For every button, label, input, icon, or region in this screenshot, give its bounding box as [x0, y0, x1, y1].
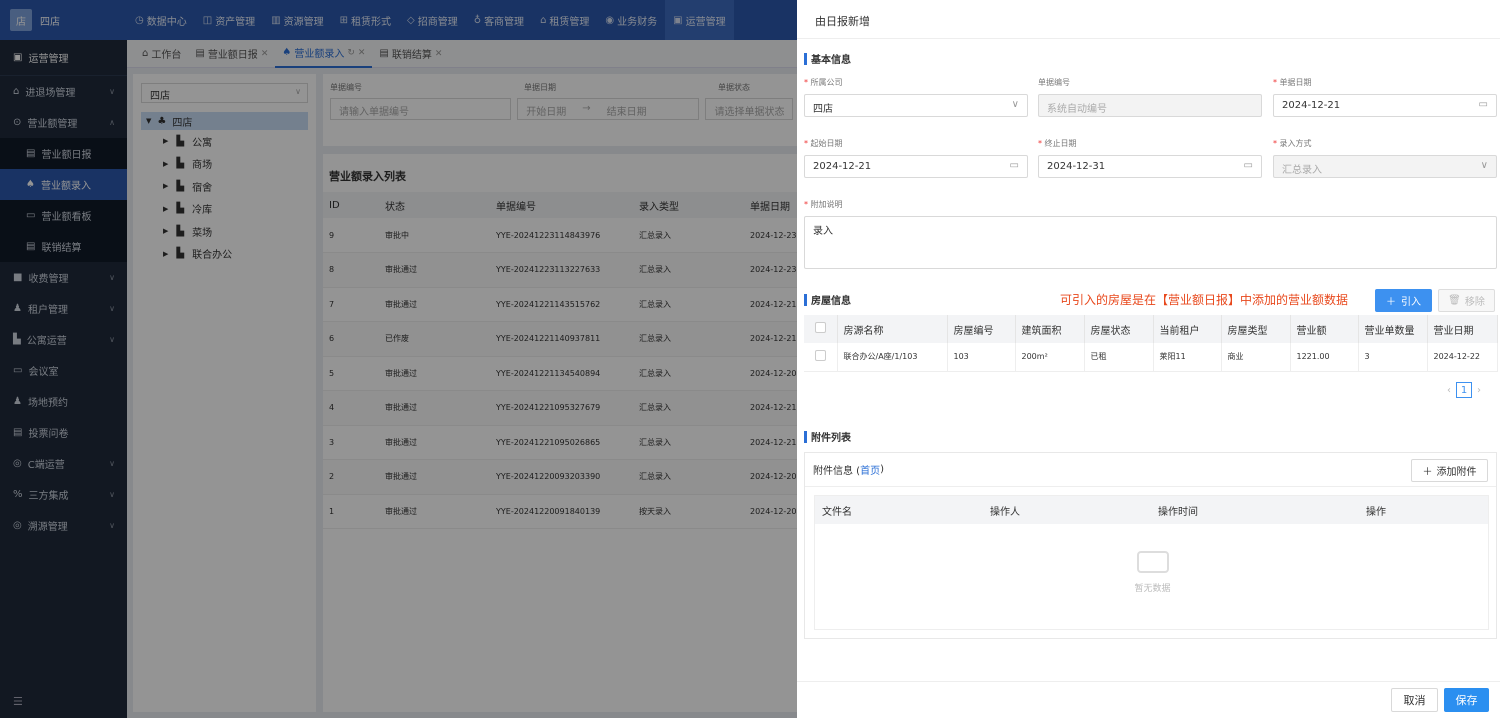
doc-date-field: * 单据日期 2024-12-21 ▭ [1273, 77, 1497, 117]
drawer-footer: 取消 保存 [797, 681, 1500, 718]
select-all-checkbox[interactable] [814, 322, 826, 333]
cancel-button[interactable]: 取消 [1391, 688, 1438, 712]
plus-icon: ＋ [1386, 297, 1396, 308]
col-house-state: 房屋状态 [1084, 315, 1154, 343]
chevron-down-icon: ∨ [1480, 160, 1488, 171]
attachment-table: 文件名 操作人 操作时间 操作 暂无数据 [814, 495, 1489, 630]
col-tenant: 当前租户 [1153, 315, 1222, 343]
col-house-no: 房屋编号 [947, 315, 1016, 343]
row-checkbox[interactable] [814, 350, 826, 362]
col-op: 操作 [1366, 506, 1386, 518]
code-input: 系统自动编号 [1038, 94, 1262, 117]
start-date-field: * 起始日期 2024-12-21 ▭ [804, 138, 1028, 178]
col-op-time: 操作时间 [1158, 506, 1198, 518]
start-date-input[interactable]: 2024-12-21 ▭ [804, 155, 1028, 178]
mode-field: * 录入方式 汇总录入 ∨ [1273, 138, 1497, 178]
remark-textarea[interactable]: 录入 [804, 216, 1497, 269]
code-field: 单据编号 系统自动编号 [1038, 77, 1262, 117]
drawer-title: 由日报新增 [797, 0, 1500, 39]
modal-overlay[interactable] [0, 0, 797, 718]
col-filename: 文件名 [822, 506, 852, 518]
doc-date-input[interactable]: 2024-12-21 ▭ [1273, 94, 1497, 117]
calendar-icon: ▭ [1243, 160, 1253, 171]
trash-icon: 🗑 [1448, 295, 1461, 306]
col-house-type: 房屋类型 [1221, 315, 1291, 343]
pagination: ‹ 1 › [1447, 382, 1481, 398]
company-field: * 所属公司 四店 ∨ [804, 77, 1028, 117]
col-amount: 营业额 [1290, 315, 1359, 343]
col-operator: 操作人 [990, 506, 1020, 518]
col-count: 营业单数量 [1358, 315, 1428, 343]
col-biz-date: 营业日期 [1427, 315, 1498, 343]
section-attach: 附件列表 [804, 429, 851, 444]
end-date-input[interactable]: 2024-12-31 ▭ [1038, 155, 1262, 178]
empty-state: 暂无数据 [815, 551, 1490, 594]
house-table: 房源名称 房屋编号 建筑面积 房屋状态 当前租户 房屋类型 营业额 营业单数量 … [804, 315, 1498, 372]
company-select[interactable]: 四店 ∨ [804, 94, 1028, 117]
add-attachment-button[interactable]: ＋添加附件 [1411, 459, 1488, 482]
inbox-icon [1136, 551, 1169, 573]
import-button[interactable]: ＋引入 [1375, 289, 1432, 312]
save-button[interactable]: 保存 [1444, 688, 1489, 712]
remark-field: * 附加说明 录入 [804, 199, 1497, 269]
end-date-field: * 终止日期 2024-12-31 ▭ [1038, 138, 1262, 178]
home-link[interactable]: 首页 [860, 462, 880, 477]
section-basic: 基本信息 [804, 51, 851, 66]
chevron-down-icon: ∨ [1011, 99, 1019, 110]
table-row: 联合办公/A座/1/103 103 200m² 已租 莱阳11 商业 1221.… [804, 343, 1498, 372]
section-house: 房屋信息 [804, 292, 851, 307]
import-note: 可引入的房屋是在【营业额日报】中添加的营业额数据 [1060, 293, 1349, 307]
mode-select: 汇总录入 ∨ [1273, 155, 1497, 178]
prev-page-icon[interactable]: ‹ [1447, 385, 1451, 396]
attachment-panel: 附件信息 (首页) ＋添加附件 文件名 操作人 操作时间 操作 暂无数据 [804, 452, 1497, 639]
page-button[interactable]: 1 [1456, 382, 1472, 398]
add-from-report-drawer: 由日报新增 基本信息 * 所属公司 四店 ∨ 单据编号 系统自动编号 * 单据日期… [797, 0, 1500, 718]
calendar-icon: ▭ [1478, 99, 1488, 110]
col-house-name: 房源名称 [837, 315, 948, 343]
plus-icon: ＋ [1422, 467, 1433, 478]
calendar-icon: ▭ [1009, 160, 1019, 171]
next-page-icon[interactable]: › [1477, 385, 1481, 396]
remove-button[interactable]: 🗑 移除 [1438, 289, 1495, 312]
col-area: 建筑面积 [1015, 315, 1085, 343]
